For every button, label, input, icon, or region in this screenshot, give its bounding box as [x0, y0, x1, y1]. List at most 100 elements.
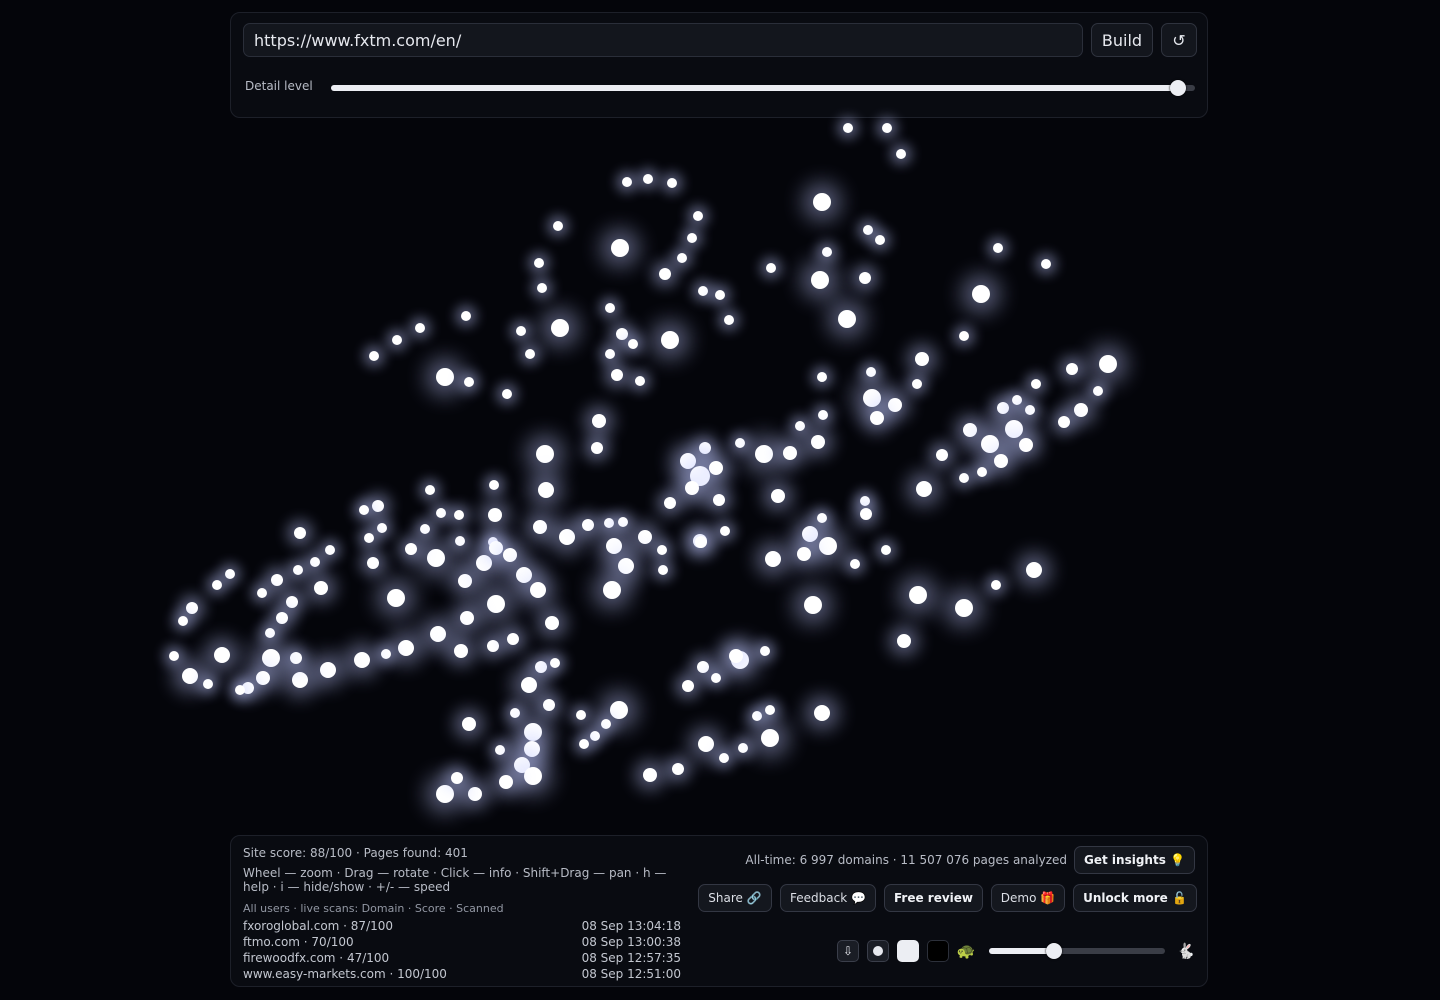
graph-node[interactable]: [462, 717, 476, 731]
graph-node[interactable]: [687, 233, 697, 243]
graph-node[interactable]: [838, 310, 856, 328]
graph-node[interactable]: [981, 435, 999, 453]
graph-node[interactable]: [605, 349, 615, 359]
graph-node[interactable]: [802, 526, 818, 542]
graph-node[interactable]: [699, 442, 711, 454]
graph-node[interactable]: [425, 485, 435, 495]
download-button[interactable]: ⇩: [837, 940, 859, 962]
graph-node[interactable]: [667, 178, 677, 188]
graph-node[interactable]: [720, 526, 730, 536]
graph-node[interactable]: [698, 736, 714, 752]
light-theme-button[interactable]: [897, 940, 919, 962]
graph-node[interactable]: [292, 672, 308, 688]
graph-node[interactable]: [860, 508, 872, 520]
graph-node[interactable]: [169, 651, 179, 661]
graph-node[interactable]: [897, 634, 911, 648]
graph-node[interactable]: [262, 649, 280, 667]
graph-node[interactable]: [510, 708, 520, 718]
graph-node[interactable]: [997, 402, 1009, 414]
graph-node[interactable]: [420, 524, 430, 534]
graph-node[interactable]: [916, 481, 932, 497]
graph-node[interactable]: [697, 661, 709, 673]
free-review-button[interactable]: Free review: [884, 884, 983, 912]
graph-node[interactable]: [709, 461, 723, 475]
graph-node[interactable]: [604, 518, 614, 528]
detail-level-handle[interactable]: [1169, 80, 1186, 96]
graph-node[interactable]: [618, 558, 634, 574]
scan-row[interactable]: firewoodfx.com · 47/100 08 Sep 12:57:35: [243, 951, 681, 967]
graph-node[interactable]: [863, 225, 873, 235]
graph-node[interactable]: [603, 581, 621, 599]
graph-node[interactable]: [592, 414, 606, 428]
graph-node[interactable]: [605, 303, 615, 313]
graph-node[interactable]: [516, 326, 526, 336]
graph-node[interactable]: [455, 536, 465, 546]
graph-node[interactable]: [1093, 386, 1103, 396]
graph-node[interactable]: [271, 574, 283, 586]
graph-node[interactable]: [711, 673, 721, 683]
graph-node[interactable]: [685, 481, 699, 495]
graph-node[interactable]: [755, 445, 773, 463]
graph-node[interactable]: [896, 149, 906, 159]
graph-node[interactable]: [454, 644, 468, 658]
graph-node[interactable]: [752, 711, 762, 721]
graph-node[interactable]: [616, 328, 628, 340]
graph-node[interactable]: [582, 519, 594, 531]
detail-level-slider[interactable]: [331, 80, 1195, 96]
scan-row[interactable]: ftmo.com · 70/100 08 Sep 13:00:38: [243, 935, 681, 951]
graph-node[interactable]: [817, 372, 827, 382]
graph-node[interactable]: [516, 567, 532, 583]
graph-node[interactable]: [487, 640, 499, 652]
graph-node[interactable]: [294, 527, 306, 539]
graph-node[interactable]: [464, 377, 474, 387]
graph-node[interactable]: [813, 193, 831, 211]
graph-node[interactable]: [451, 772, 463, 784]
graph-node[interactable]: [553, 221, 563, 231]
graph-node[interactable]: [551, 319, 569, 337]
graph-node[interactable]: [182, 668, 198, 684]
graph-node[interactable]: [783, 446, 797, 460]
graph-node[interactable]: [1012, 395, 1022, 405]
graph-node[interactable]: [377, 523, 387, 533]
graph-node[interactable]: [795, 421, 805, 431]
graph-node[interactable]: [286, 596, 298, 608]
graph-node[interactable]: [698, 286, 708, 296]
graph-node[interactable]: [760, 646, 770, 656]
graph-node[interactable]: [559, 529, 575, 545]
graph-node[interactable]: [524, 741, 540, 757]
graph-node[interactable]: [622, 177, 632, 187]
graph-node[interactable]: [818, 410, 828, 420]
graph-node[interactable]: [359, 505, 369, 515]
graph-node[interactable]: [677, 253, 687, 263]
graph-node[interactable]: [536, 445, 554, 463]
graph-node[interactable]: [214, 647, 230, 663]
graph-node[interactable]: [1041, 259, 1051, 269]
graph-node[interactable]: [819, 537, 837, 555]
graph-node[interactable]: [468, 787, 482, 801]
graph-node[interactable]: [664, 497, 676, 509]
graph-node[interactable]: [713, 494, 725, 506]
demo-button[interactable]: Demo 🎁: [991, 884, 1065, 912]
graph-node[interactable]: [545, 616, 559, 630]
graph-node[interactable]: [657, 545, 667, 555]
graph-node[interactable]: [724, 315, 734, 325]
graph-node[interactable]: [537, 283, 547, 293]
graph-node[interactable]: [936, 449, 948, 461]
graph-node[interactable]: [290, 652, 302, 664]
graph-node[interactable]: [601, 719, 611, 729]
graph-node[interactable]: [427, 549, 445, 567]
graph-node[interactable]: [487, 595, 505, 613]
graph-node[interactable]: [866, 367, 876, 377]
speed-slider[interactable]: [989, 943, 1165, 959]
graph-node[interactable]: [507, 633, 519, 645]
graph-node[interactable]: [538, 482, 554, 498]
graph-node[interactable]: [381, 649, 391, 659]
graph-node[interactable]: [235, 685, 245, 695]
graph-node[interactable]: [257, 588, 267, 598]
graph-node[interactable]: [590, 731, 600, 741]
graph-node[interactable]: [203, 679, 213, 689]
graph-node[interactable]: [310, 557, 320, 567]
graph-node[interactable]: [843, 123, 853, 133]
graph-node[interactable]: [325, 545, 335, 555]
graph-node[interactable]: [814, 705, 830, 721]
